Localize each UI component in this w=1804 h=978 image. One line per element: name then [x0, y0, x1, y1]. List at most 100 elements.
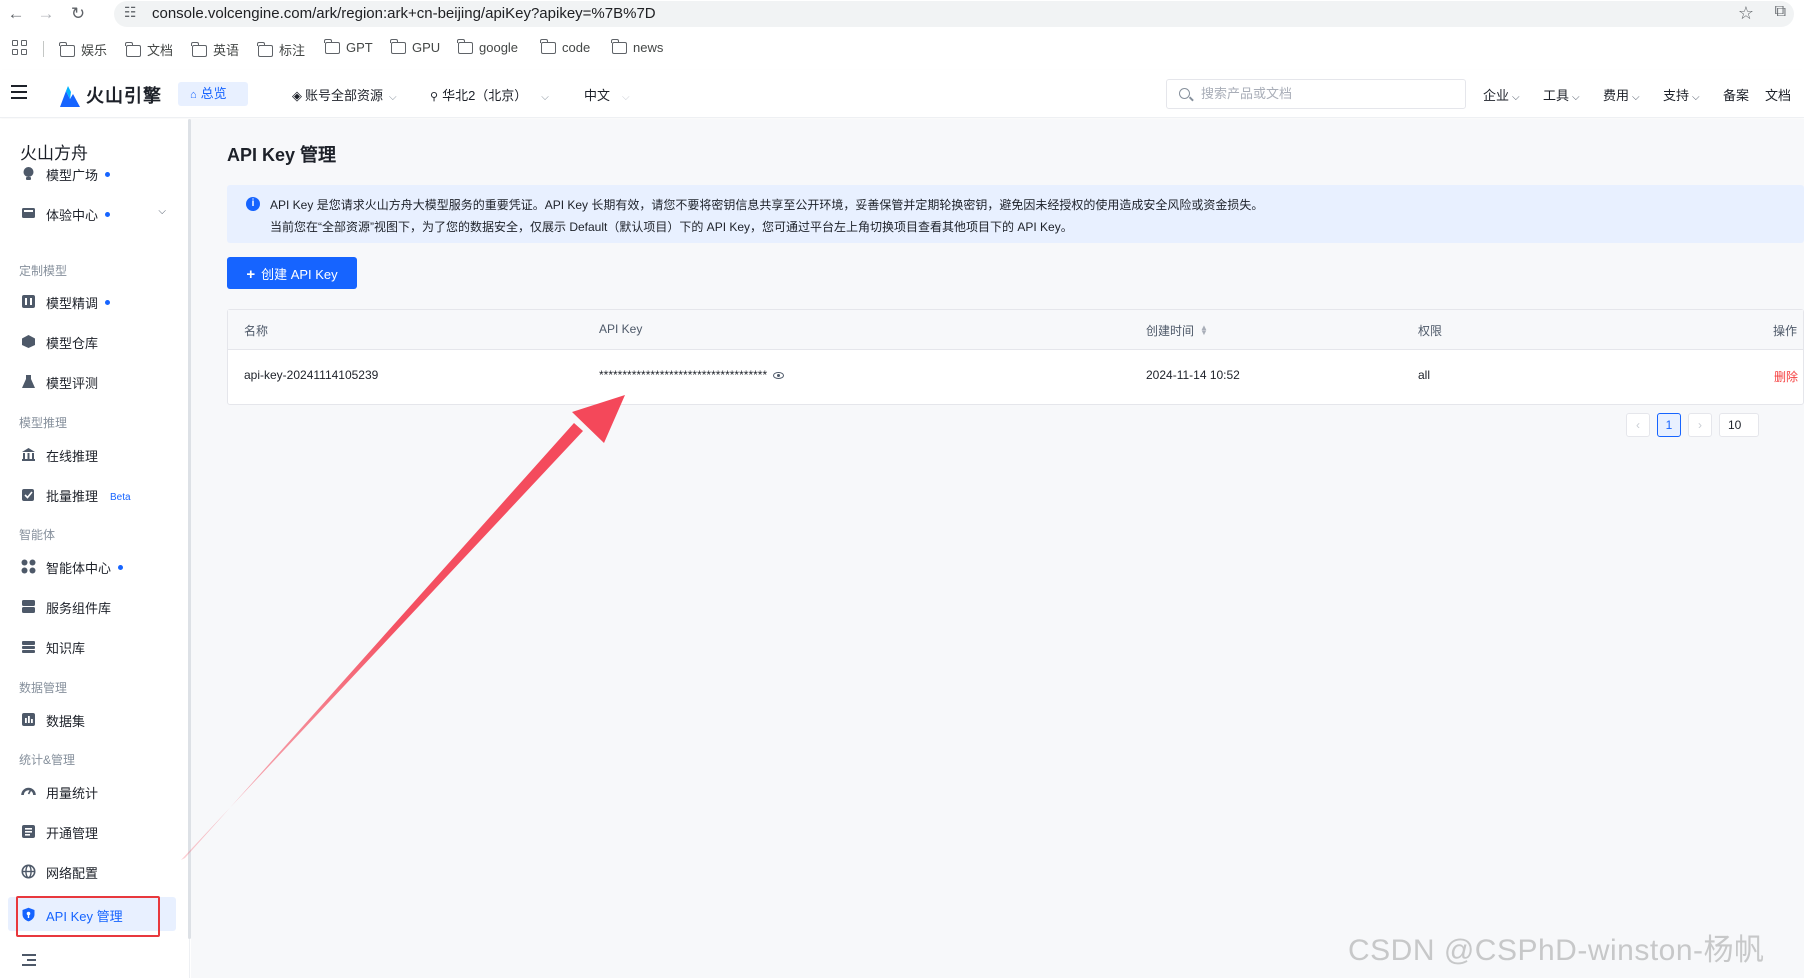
enterprise-menu[interactable]: 企业 ⌵	[1483, 85, 1520, 104]
sidebar-group-label: 定制模型	[19, 264, 68, 278]
console-topbar: 火山引擎 ⌂总览 ◈账号全部资源⌵ ⚲华北2（北京）⌵ 中文⌵ 企业⌵ 工具⌵ …	[0, 70, 1804, 118]
api-key-created-time: 2024-11-14 10:52	[1146, 368, 1240, 382]
docs-link[interactable]: 文档	[1765, 85, 1791, 104]
overview-button[interactable]: ⌂ 总览	[178, 82, 248, 106]
eye-icon[interactable]	[773, 372, 785, 379]
notice-line-1: API Key 是您请求火山方舟大模型服务的重要凭证。API Key 长期有效，…	[270, 198, 1264, 212]
bookmark-label: 娱乐	[81, 43, 108, 58]
back-arrow-icon[interactable]: ←	[4, 2, 28, 26]
sidebar-item-model-eval[interactable]: 模型评测	[8, 364, 176, 398]
pagination-page-size[interactable]: 10	[1719, 413, 1759, 437]
bookmark-folder[interactable]: news	[611, 39, 663, 58]
language-selector[interactable]: 中文 ⌵	[584, 85, 630, 104]
info-icon: i	[246, 197, 260, 211]
sidebar-item-service-components[interactable]: 服务组件库	[8, 589, 176, 623]
delete-api-key-link[interactable]: 删除	[1774, 368, 1798, 385]
language-label: 中文	[584, 88, 611, 103]
tune-icon	[22, 295, 35, 308]
forward-arrow-icon[interactable]: →	[34, 2, 58, 26]
new-dot-indicator	[105, 212, 111, 217]
sidebar-group-label: 模型推理	[19, 416, 68, 430]
bookmark-label: 英语	[213, 43, 240, 58]
chevron-down-icon: ⌵	[1632, 92, 1640, 103]
globe-icon	[21, 864, 36, 879]
sidebar-item-model-square[interactable]: 模型广场	[8, 156, 176, 190]
support-label: 支持	[1663, 88, 1690, 103]
bookmark-folder[interactable]: 标注	[257, 40, 306, 58]
folder-icon	[611, 39, 627, 54]
billing-menu[interactable]: 费用 ⌵	[1603, 85, 1640, 104]
enterprise-label: 企业	[1483, 88, 1510, 103]
tools-menu[interactable]: 工具 ⌵	[1543, 85, 1580, 104]
api-key-masked-cell: ************************************	[599, 368, 785, 382]
collapse-sidebar-icon[interactable]	[22, 954, 36, 966]
sidebar-group-label: 统计&管理	[19, 753, 76, 767]
sidebar-item-agent-center[interactable]: 智能体中心	[8, 549, 176, 583]
region-selector[interactable]: ⚲ 华北2（北京） ⌵	[430, 85, 549, 104]
sidebar-item-online-inference[interactable]: 在线推理	[8, 437, 176, 471]
sidebar-item-label: 批量推理	[46, 489, 99, 504]
resource-label: 账号全部资源	[305, 88, 384, 103]
support-menu[interactable]: 支持 ⌵	[1663, 85, 1700, 104]
folder-icon	[59, 42, 75, 57]
location-pin-icon: ⚲	[430, 91, 439, 103]
bookmark-folder[interactable]: GPU	[390, 39, 440, 58]
column-header-permission: 权限	[1418, 324, 1443, 338]
column-header-created-label: 创建时间	[1146, 324, 1195, 338]
sidebar-item-label: 在线推理	[46, 449, 99, 464]
apps-grid-icon[interactable]	[12, 40, 28, 56]
sidebar-item-model-repo[interactable]: 模型仓库	[8, 324, 176, 358]
page-title: API Key 管理	[227, 145, 337, 165]
url-text[interactable]: console.volcengine.com/ark/region:ark+cn…	[152, 5, 656, 22]
bookmark-folder[interactable]: 文档	[125, 40, 174, 58]
sort-icon[interactable]: ▲ ▼	[1200, 324, 1208, 337]
volcengine-logo[interactable]: 火山引擎	[58, 82, 162, 107]
bookmark-folder[interactable]: google	[457, 39, 519, 58]
sidebar-item-batch-inference[interactable]: 批量推理 Beta	[8, 477, 176, 511]
pagination-page-1[interactable]: 1	[1657, 413, 1681, 437]
bookmarks-bar: 娱乐 文档 英语 标注 GPT GPU google code news	[0, 36, 1804, 62]
pagination-next-button[interactable]: ›	[1688, 413, 1712, 437]
bookmark-folder[interactable]: 娱乐	[59, 40, 108, 58]
reload-icon[interactable]: ↻	[66, 2, 90, 26]
filing-link[interactable]: 备案	[1723, 85, 1749, 104]
bookmark-label: google	[479, 40, 519, 55]
bookmark-label: 标注	[279, 43, 306, 58]
column-header-created[interactable]: 创建时间 ▲ ▼	[1146, 322, 1208, 339]
folder-icon	[457, 39, 473, 54]
chevron-down-icon: ⌵	[1692, 92, 1700, 103]
search-box[interactable]	[1166, 79, 1466, 109]
sidebar-item-knowledge-base[interactable]: 知识库	[8, 629, 176, 663]
sidebar-item-experience-center[interactable]: 体验中心 ⌵	[8, 196, 176, 230]
sidebar-item-dataset[interactable]: 数据集	[8, 702, 176, 736]
filing-label: 备案	[1723, 88, 1750, 103]
sidebar-item-activation[interactable]: 开通管理	[8, 814, 176, 848]
extensions-icon[interactable]: ⧉	[1775, 3, 1786, 21]
bookmark-folder[interactable]: GPT	[324, 39, 373, 58]
create-api-key-button[interactable]: + 创建 API Key	[227, 257, 357, 289]
bookmark-folder[interactable]: 英语	[191, 40, 240, 58]
chevron-down-icon: ⌵	[1572, 92, 1580, 103]
bookmark-label: 文档	[147, 43, 174, 58]
sidebar-item-network-config[interactable]: 网络配置	[8, 854, 176, 888]
billing-label: 费用	[1603, 88, 1630, 103]
csdn-watermark: CSDN @CSPhD-winston-杨帆	[1348, 934, 1765, 967]
layers-icon: ◈	[292, 88, 302, 103]
sidebar-item-label: 数据集	[46, 714, 86, 729]
chevron-down-icon[interactable]: ⌵	[158, 206, 166, 217]
search-input[interactable]	[1201, 86, 1451, 101]
home-icon: ⌂	[190, 89, 197, 101]
pagination-prev-button[interactable]: ‹	[1626, 413, 1650, 437]
menu-icon[interactable]	[11, 85, 27, 99]
sidebar-item-label: 用量统计	[46, 786, 99, 801]
cube-icon	[22, 335, 35, 348]
sidebar-item-label: 网络配置	[46, 866, 99, 881]
site-settings-icon[interactable]: ☷	[124, 4, 137, 21]
sidebar-item-fine-tuning[interactable]: 模型精调	[8, 284, 176, 318]
bookmark-star-icon[interactable]: ☆	[1738, 3, 1754, 24]
sidebar-item-label: 模型仓库	[46, 336, 99, 351]
resource-selector[interactable]: ◈ 账号全部资源 ⌵	[292, 85, 397, 104]
bookmark-folder[interactable]: code	[540, 39, 590, 58]
url-bar[interactable]: ☷ console.volcengine.com/ark/region:ark+…	[114, 1, 1794, 27]
sidebar-item-usage-stats[interactable]: 用量统计	[8, 774, 176, 808]
